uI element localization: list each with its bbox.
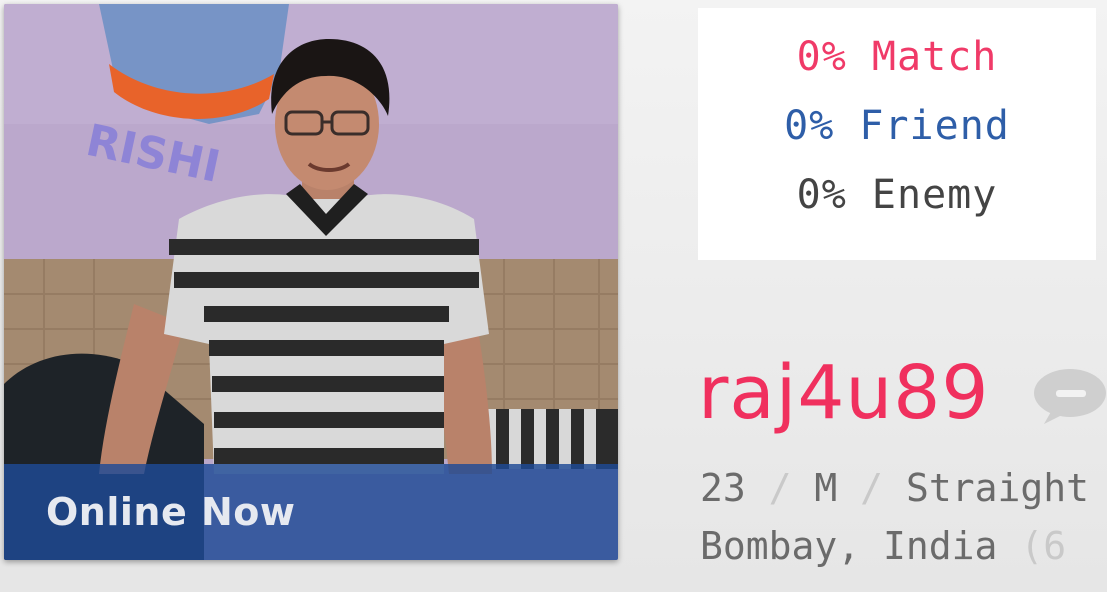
match-percentage[interactable]: 0% Match (698, 34, 1096, 80)
profile-orientation: Straight (905, 466, 1089, 510)
profile-photo[interactable]: RISHI Online Now (4, 4, 618, 560)
profile-location-line: Bombay, India (6 (700, 524, 1066, 568)
profile-distance: (6 (1020, 524, 1067, 568)
profile-details: 23 / M / Straight / (700, 466, 1107, 510)
match-percentages-box: 0% Match 0% Friend 0% Enemy (698, 8, 1096, 260)
separator: / (1089, 466, 1107, 510)
separator: / (745, 466, 815, 510)
profile-age: 23 (700, 466, 746, 510)
profile-username: raj4u89 (698, 350, 990, 436)
online-status-label: Online Now (46, 490, 296, 534)
enemy-percentage[interactable]: 0% Enemy (698, 172, 1096, 218)
separator: / (837, 466, 906, 510)
profile-location: Bombay, India (700, 524, 998, 568)
chat-bubble-icon[interactable] (1030, 366, 1107, 424)
profile-gender: M (814, 466, 838, 510)
friend-percentage[interactable]: 0% Friend (698, 103, 1096, 149)
